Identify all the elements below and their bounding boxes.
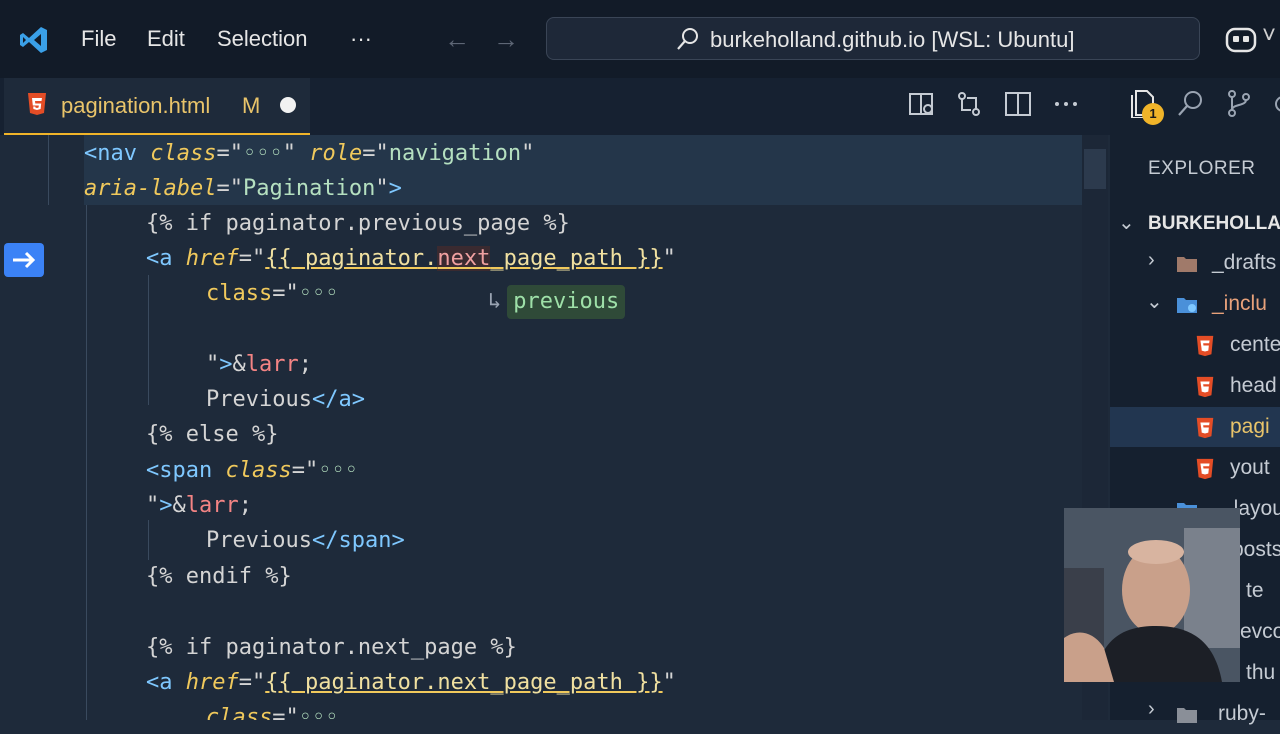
tree-root-folder[interactable]: ⌄ BURKEHOLLA <box>1110 203 1280 243</box>
more-actions-icon[interactable] <box>1052 90 1080 118</box>
tree-label: evco <box>1240 620 1280 643</box>
source-control-icon[interactable] <box>1224 88 1254 118</box>
menu-file[interactable]: File <box>81 26 116 52</box>
code-line: aria-label="Pagination"> <box>84 176 402 201</box>
indent-guide <box>148 520 149 560</box>
code-line: class="◦◦◦ <box>206 705 339 720</box>
code-line: {% else %} <box>146 422 279 447</box>
tree-label: _inclu <box>1212 292 1267 315</box>
tree-label: BURKEHOLLA <box>1148 213 1280 234</box>
search-icon <box>677 28 698 50</box>
code-line: <span class="◦◦◦ <box>146 458 358 483</box>
split-editor-icon[interactable] <box>1004 90 1032 118</box>
indent-guide <box>86 205 87 720</box>
tab-pagination-html[interactable]: pagination.html M <box>4 78 310 135</box>
tab-bar: pagination.html M <box>0 78 1110 135</box>
chevron-down-icon: ⌄ <box>1118 212 1135 234</box>
code-line: ">&larr; <box>206 352 312 377</box>
title-bar: File Edit Selection ··· ← → burkeholland… <box>0 0 1280 78</box>
code-line: <nav class="◦◦◦" role="navigation" <box>84 141 535 166</box>
scrollbar-thumb[interactable] <box>1084 149 1106 189</box>
forward-arrow-icon[interactable]: → <box>493 24 519 55</box>
tree-label: _drafts <box>1212 251 1277 274</box>
webcam-overlay <box>1064 508 1240 682</box>
code-line: {% if paginator.previous_page %} <box>146 211 570 236</box>
code-line: class="◦◦◦ <box>206 281 339 306</box>
tree-label: pagi <box>1230 415 1270 438</box>
explorer-title: EXPLORER <box>1148 158 1256 179</box>
indent-guide <box>48 135 49 205</box>
menu-selection[interactable]: Selection <box>217 26 308 52</box>
vscode-logo-icon[interactable] <box>18 24 50 56</box>
html5-icon <box>28 93 46 115</box>
tree-label: ruby- <box>1218 702 1266 725</box>
html5-icon <box>1196 417 1214 439</box>
menu-edit[interactable]: Edit <box>147 26 185 52</box>
search-icon[interactable] <box>1176 88 1206 118</box>
copilot-icon[interactable] <box>1224 24 1258 54</box>
chevron-down-icon: ⌄ <box>1146 291 1163 313</box>
inline-suggestion[interactable]: ↳ previous <box>488 285 626 319</box>
tree-label: head <box>1230 374 1277 397</box>
unsaved-dot-icon[interactable] <box>280 97 296 113</box>
menu-more[interactable]: ··· <box>350 26 372 52</box>
tab-label: pagination.html <box>61 93 211 118</box>
html5-icon <box>1196 335 1214 357</box>
html5-icon <box>1196 376 1214 398</box>
tree-label: thu <box>1246 661 1276 684</box>
tree-item-folder[interactable]: ⌄ _inclu <box>1110 284 1280 324</box>
gutter-arrow-icon[interactable] <box>4 243 44 277</box>
tree-label: te <box>1246 579 1264 602</box>
folder-icon <box>1177 257 1197 272</box>
code-line: {% if paginator.next_page %} <box>146 635 517 660</box>
folder-open-icon <box>1177 298 1197 313</box>
code-line: ">&larr; <box>146 493 252 518</box>
tree-item-file-selected[interactable]: pagi <box>1110 407 1280 447</box>
code-line: {% endif %} <box>146 564 292 589</box>
code-line: Previous</a> <box>206 387 365 412</box>
tree-label: cente <box>1230 333 1280 356</box>
command-center-search[interactable]: burkeholland.github.io [WSL: Ubuntu] <box>546 17 1200 60</box>
git-modified-badge: M <box>242 93 261 118</box>
code-editor[interactable]: <nav class="◦◦◦" role="navigation" aria-… <box>0 135 1110 720</box>
tree-item-folder[interactable]: › ruby- <box>1110 694 1280 734</box>
tree-item-file[interactable]: cente <box>1110 325 1280 365</box>
code-line: Previous</span> <box>206 528 405 553</box>
html5-icon <box>1196 458 1214 480</box>
presenter-video-image <box>1064 508 1240 682</box>
suggestion-chip[interactable]: previous <box>507 285 626 319</box>
code-line: <a href="{{ paginator.next_page_path }}" <box>146 246 676 271</box>
tree-label: yout <box>1230 456 1270 479</box>
debug-icon[interactable] <box>1268 88 1280 118</box>
compare-changes-icon[interactable] <box>955 90 983 118</box>
search-text: burkeholland.github.io [WSL: Ubuntu] <box>710 27 1075 52</box>
chevron-right-icon: › <box>1148 249 1155 271</box>
chevron-right-icon: › <box>1148 698 1155 720</box>
code-line: <a href="{{ paginator.next_page_path }}" <box>146 670 676 695</box>
open-preview-icon[interactable] <box>908 90 936 118</box>
chevron-down-icon[interactable]: ˅ <box>1262 22 1276 50</box>
tree-item-file[interactable]: head <box>1110 366 1280 406</box>
tree-item-folder[interactable]: › _drafts <box>1110 243 1280 283</box>
indent-guide <box>148 275 149 405</box>
tree-item-file[interactable]: yout <box>1110 448 1280 488</box>
explorer-badge: 1 <box>1142 103 1164 125</box>
suggestion-arrow-icon: ↳ <box>488 289 502 314</box>
folder-icon <box>1177 708 1197 723</box>
back-arrow-icon[interactable]: ← <box>444 24 470 55</box>
